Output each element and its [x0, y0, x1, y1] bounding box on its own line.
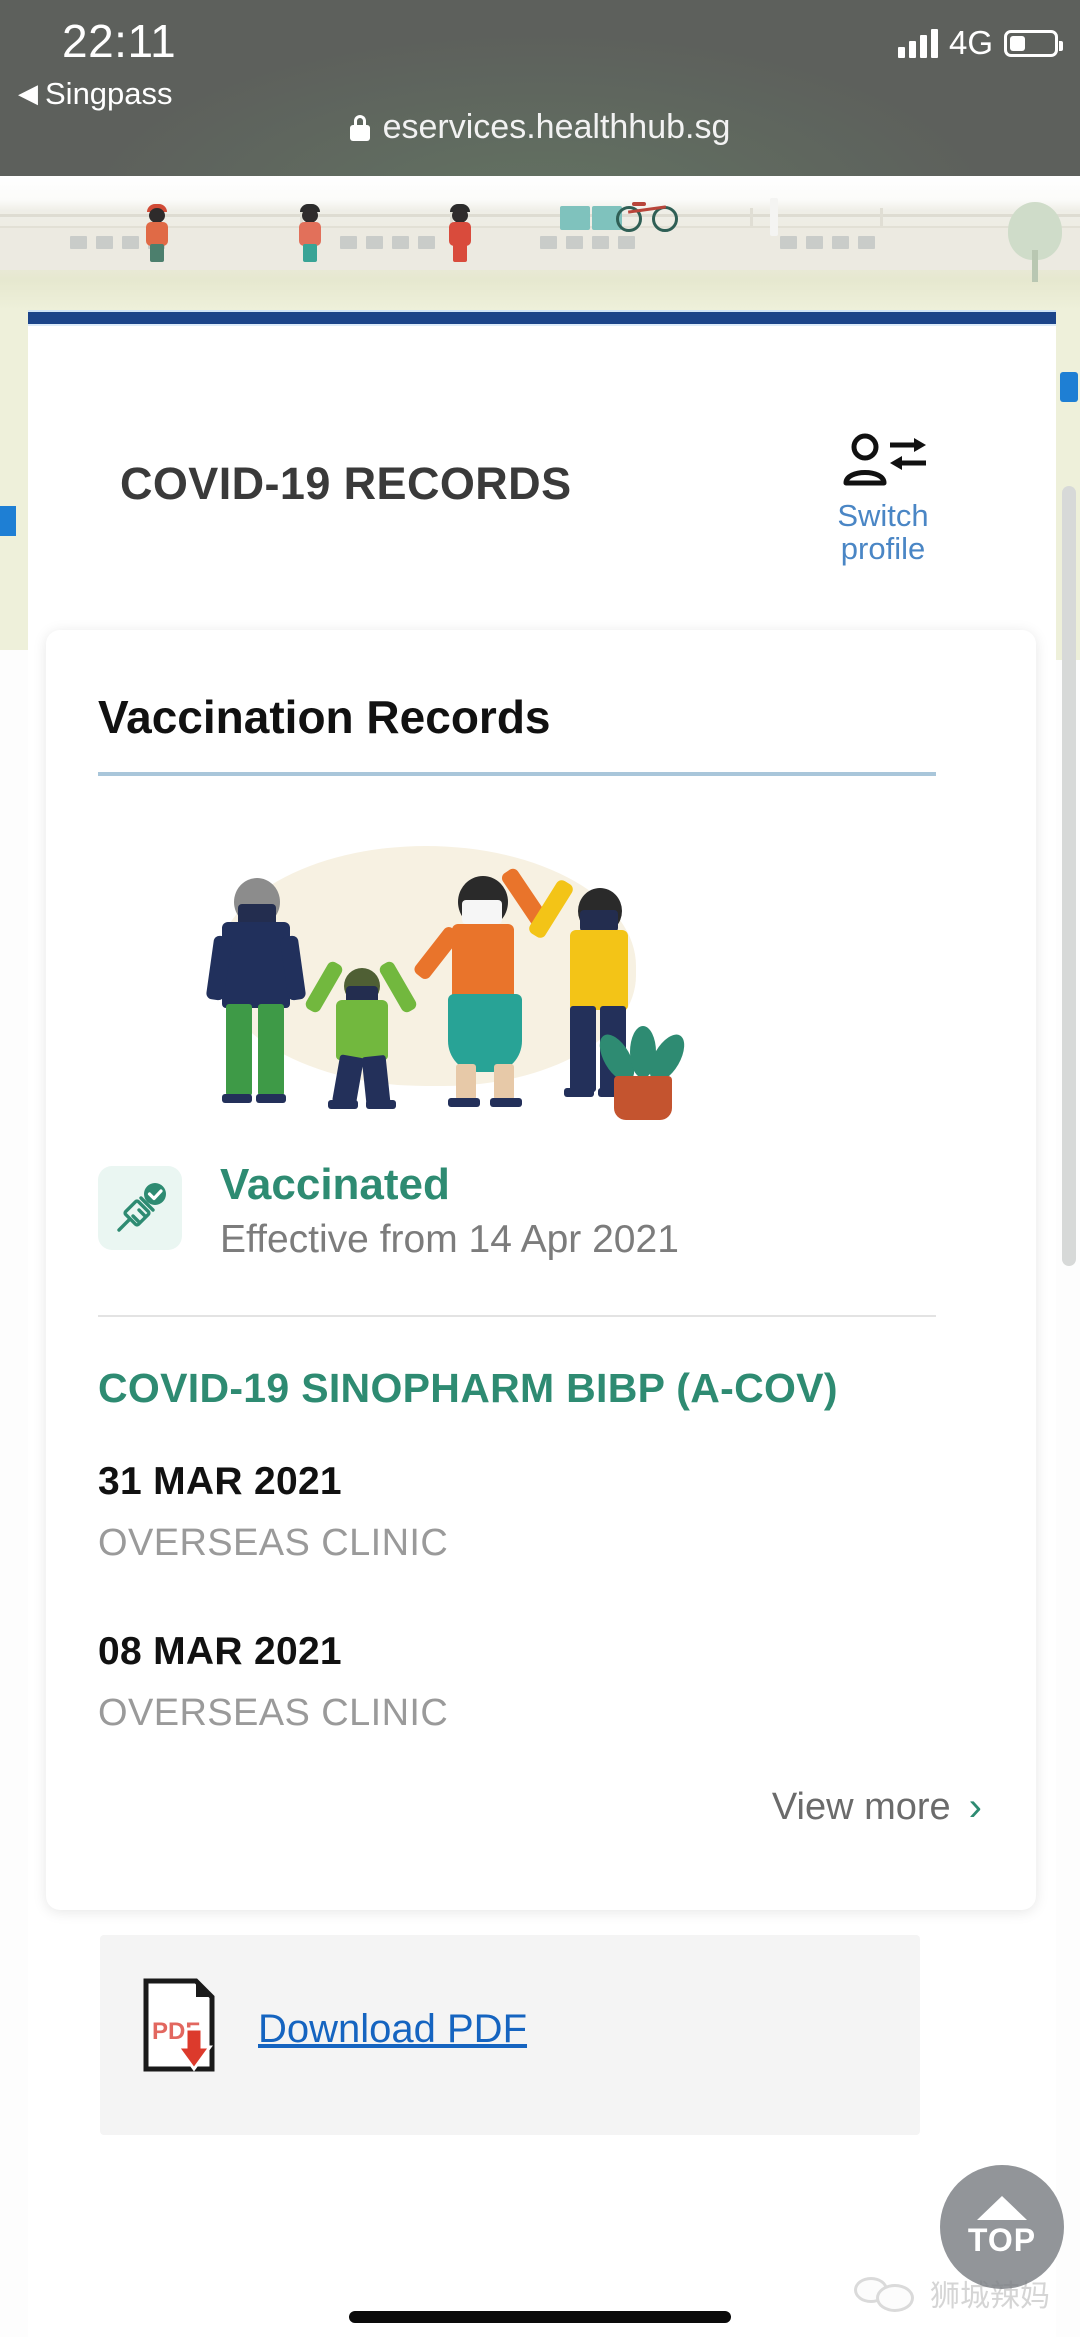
dose-record-row: 08 MAR 2021 OVERSEAS CLINIC — [98, 1630, 898, 1735]
view-more-label: View more — [771, 1786, 951, 1828]
dose-location: OVERSEAS CLINIC — [98, 1522, 449, 1564]
syringe-check-icon — [98, 1166, 182, 1250]
dose-location: OVERSEAS CLINIC — [98, 1692, 449, 1734]
page-title: COVID-19 RECORDS — [120, 458, 572, 509]
vaccination-status-title: Vaccinated — [220, 1160, 450, 1209]
bicycle-icon — [616, 198, 678, 234]
right-edge-tab[interactable] — [1060, 372, 1078, 402]
site-banner-illustration — [0, 176, 1080, 310]
vaccination-records-card: Vaccination Records Vaccinated Effective… — [46, 630, 1036, 1910]
switch-profile-button[interactable]: Switch profile — [818, 431, 948, 565]
card-title: Vaccination Records — [98, 691, 551, 743]
wechat-bubbles-icon — [854, 2275, 916, 2312]
pedestrian-icon — [443, 204, 477, 262]
lock-icon — [349, 114, 370, 141]
status-bar-clock: 22:11 — [62, 15, 177, 67]
scroll-to-top-button[interactable]: TOP — [940, 2165, 1064, 2289]
scroll-to-top-label: TOP — [967, 2221, 1037, 2258]
address-bar[interactable]: eservices.healthhub.sg — [0, 108, 1080, 147]
tree-icon — [1008, 202, 1062, 282]
vaccination-status-subtitle: Effective from 14 Apr 2021 — [220, 1218, 679, 1261]
pedestrian-icon — [140, 204, 174, 262]
download-section: PDF Download PDF — [100, 1935, 920, 2135]
status-bar-indicators: 4G — [897, 24, 1063, 62]
web-page: COVID-19 RECORDS Switch profile Vaccinat… — [0, 176, 1080, 2337]
status-divider — [98, 1315, 936, 1317]
view-more-button[interactable]: View more › — [772, 1785, 982, 1830]
network-type-label: 4G — [948, 24, 993, 61]
content-surface: COVID-19 RECORDS Switch profile Vaccinat… — [28, 310, 1056, 2337]
dose-record-row: 31 MAR 2021 OVERSEAS CLINIC — [98, 1460, 898, 1565]
left-edge-tab[interactable] — [0, 506, 16, 536]
signal-bars-icon — [897, 28, 938, 58]
vaccine-name: COVID-19 SINOPHARM BIBP (A-COV) — [98, 1365, 838, 1411]
home-indicator[interactable] — [349, 2311, 731, 2323]
page-header: COVID-19 RECORDS Switch profile — [28, 326, 1056, 656]
battery-icon — [1004, 29, 1063, 57]
brand-accent-bar — [28, 310, 1056, 326]
page-scrollbar[interactable] — [1062, 486, 1076, 1266]
back-to-singpass-link[interactable]: ◀ Singpass — [18, 76, 173, 112]
card-title-divider — [98, 772, 936, 776]
pdf-download-icon: PDF — [142, 1977, 224, 2073]
dose-date: 08 MAR 2021 — [98, 1630, 342, 1673]
celebration-illustration — [186, 820, 692, 1120]
switch-profile-icon — [840, 431, 926, 495]
page-left-margin — [0, 310, 28, 650]
switch-profile-label-line1: Switch — [837, 498, 929, 533]
potted-plant-icon — [592, 1026, 692, 1120]
vaccination-status-row: Vaccinated Effective from 14 Apr 2021 — [98, 1160, 978, 1280]
switch-profile-label-line2: profile — [840, 530, 926, 566]
dose-date: 31 MAR 2021 — [98, 1460, 342, 1503]
download-pdf-link[interactable]: Download PDF — [258, 2007, 527, 2052]
url-text: eservices.healthhub.sg — [382, 108, 731, 146]
chevron-up-icon — [977, 2195, 1027, 2220]
back-caret-icon: ◀ — [18, 78, 38, 108]
pedestrian-icon — [293, 204, 327, 262]
chevron-right-icon: › — [968, 1785, 982, 1829]
browser-chrome: 22:11 ◀ Singpass 4G eservices.healthhub.… — [0, 0, 1080, 176]
back-link-label: Singpass — [45, 76, 173, 111]
